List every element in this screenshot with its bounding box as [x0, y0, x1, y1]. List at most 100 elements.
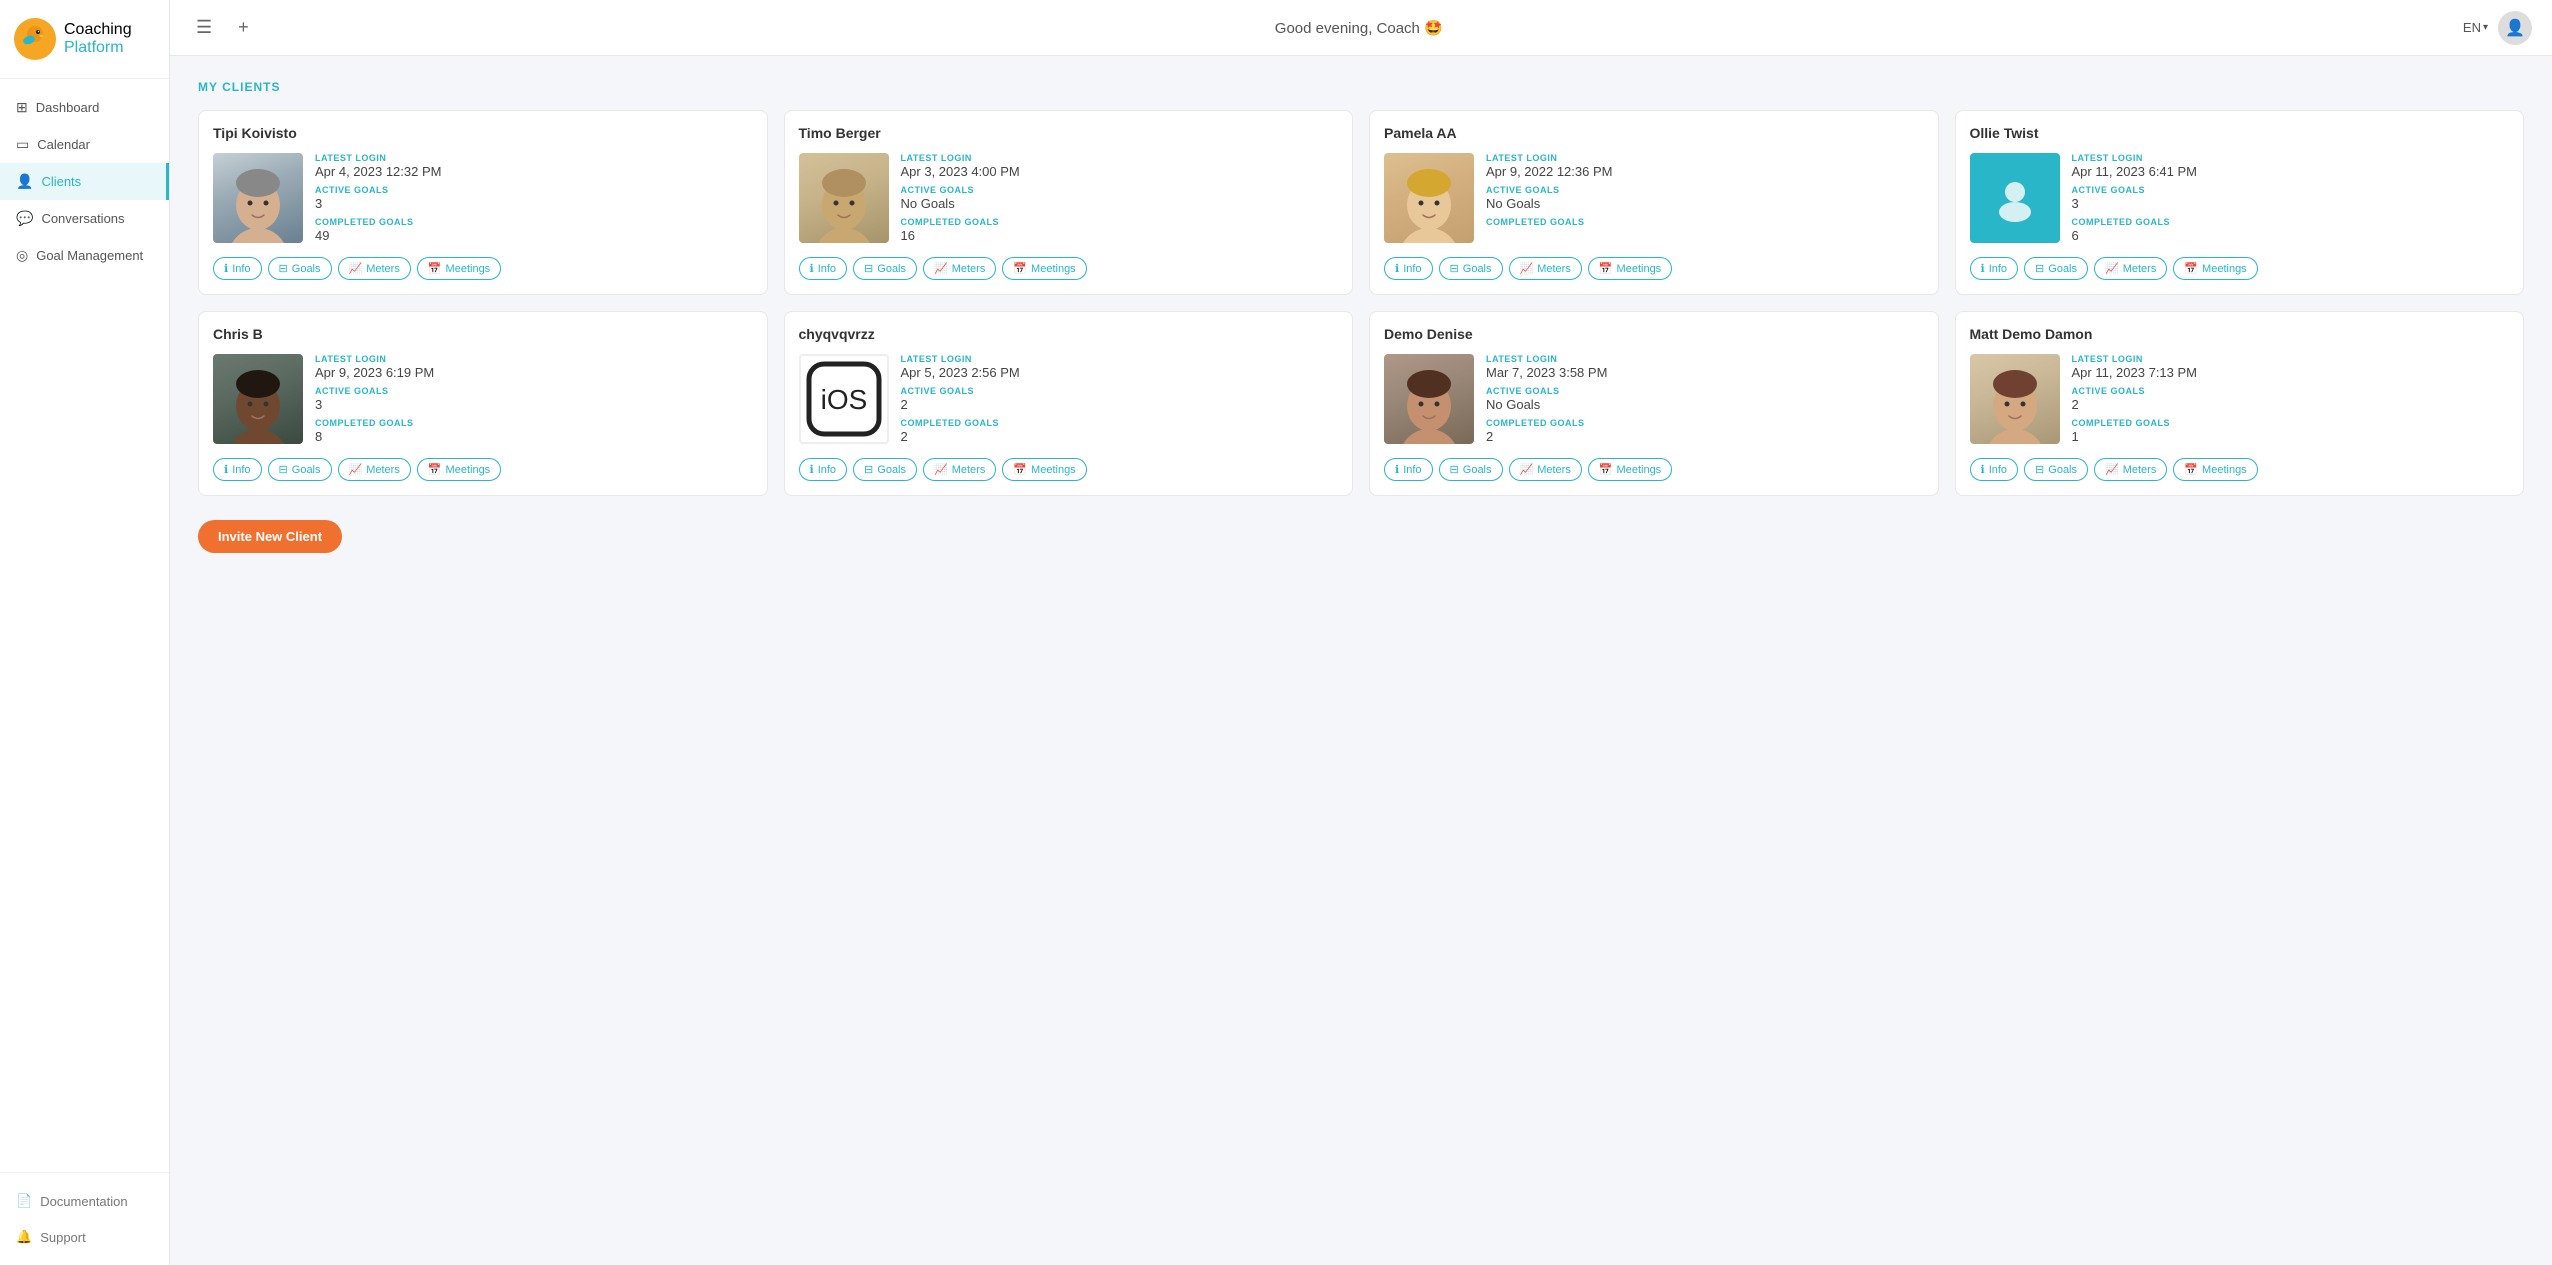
meters-icon: 📈: [349, 262, 363, 275]
client-stats: LATEST LOGIN Apr 9, 2023 6:19 PM ACTIVE …: [315, 354, 753, 444]
client-actions: ℹInfo ⊟Goals 📈Meters 📅Meetings: [1384, 458, 1924, 481]
goals-button-pamela-aa[interactable]: ⊟Goals: [1439, 257, 1503, 280]
goals-button-timo-berger[interactable]: ⊟Goals: [853, 257, 917, 280]
topbar-right: EN ▾ 👤: [2463, 11, 2532, 45]
topbar-greeting: Good evening, Coach 🤩: [255, 19, 2463, 37]
active-goals-value: 2: [901, 397, 1339, 412]
info-icon: ℹ: [1395, 262, 1399, 275]
menu-button[interactable]: ☰: [190, 13, 218, 42]
goals-icon: ⊟: [864, 463, 873, 476]
meters-button-chris-b[interactable]: 📈Meters: [338, 458, 411, 481]
support-icon: 🔔: [16, 1229, 32, 1245]
sidebar-item-goal-management[interactable]: ◎Goal Management: [0, 237, 169, 274]
info-button-chyqvqvrzz[interactable]: ℹInfo: [799, 458, 848, 481]
meters-icon: 📈: [2105, 463, 2119, 476]
meetings-button-demo-denise[interactable]: 📅Meetings: [1588, 458, 1672, 481]
info-button-matt-demo-damon[interactable]: ℹInfo: [1970, 458, 2019, 481]
goal-management-icon: ◎: [16, 247, 28, 264]
meters-icon: 📈: [934, 463, 948, 476]
info-button-tipi-koivisto[interactable]: ℹInfo: [213, 257, 262, 280]
meters-button-chyqvqvrzz[interactable]: 📈Meters: [923, 458, 996, 481]
dashboard-icon: ⊞: [16, 99, 28, 116]
meetings-button-chris-b[interactable]: 📅Meetings: [417, 458, 501, 481]
meters-button-pamela-aa[interactable]: 📈Meters: [1509, 257, 1582, 280]
client-card-chris-b: Chris B LATEST LOGIN Apr 9, 2023 6:19 PM…: [198, 311, 768, 496]
sidebar-nav: ⊞ Dashboard ▭Calendar👤Clients💬Conversation…: [0, 79, 169, 1172]
meters-button-matt-demo-damon[interactable]: 📈Meters: [2094, 458, 2167, 481]
info-button-ollie-twist[interactable]: ℹInfo: [1970, 257, 2019, 280]
active-goals-value: 3: [2072, 196, 2510, 211]
info-button-chris-b[interactable]: ℹInfo: [213, 458, 262, 481]
goals-button-demo-denise[interactable]: ⊟Goals: [1439, 458, 1503, 481]
logo-coaching: Coaching: [64, 21, 132, 39]
goals-button-matt-demo-damon[interactable]: ⊟Goals: [2024, 458, 2088, 481]
logo-container: Coaching Platform: [0, 0, 169, 79]
latest-login-label: LATEST LOGIN: [901, 354, 1339, 364]
client-actions: ℹInfo ⊟Goals 📈Meters 📅Meetings: [213, 458, 753, 481]
meetings-button-ollie-twist[interactable]: 📅Meetings: [2173, 257, 2257, 280]
client-name: Ollie Twist: [1970, 125, 2510, 141]
client-actions: ℹInfo ⊟Goals 📈Meters 📅Meetings: [1384, 257, 1924, 280]
client-card-body: iOS LATEST LOGIN Apr 5, 2023 2:56 PM ACT…: [799, 354, 1339, 444]
goals-button-ollie-twist[interactable]: ⊟Goals: [2024, 257, 2088, 280]
completed-goals-value: 2: [901, 429, 1339, 444]
completed-goals-label: COMPLETED GOALS: [901, 217, 1339, 227]
completed-goals-label: COMPLETED GOALS: [1486, 217, 1924, 227]
info-button-timo-berger[interactable]: ℹInfo: [799, 257, 848, 280]
meters-button-ollie-twist[interactable]: 📈Meters: [2094, 257, 2167, 280]
client-card-body: LATEST LOGIN Apr 11, 2023 6:41 PM ACTIVE…: [1970, 153, 2510, 243]
active-goals-label: ACTIVE GOALS: [2072, 185, 2510, 195]
active-goals-value: No Goals: [1486, 397, 1924, 412]
goals-icon: ⊟: [279, 262, 288, 275]
meetings-button-tipi-koivisto[interactable]: 📅Meetings: [417, 257, 501, 280]
goals-button-chris-b[interactable]: ⊟Goals: [268, 458, 332, 481]
meetings-icon: 📅: [1013, 262, 1027, 275]
active-goals-value: No Goals: [1486, 196, 1924, 211]
meters-button-demo-denise[interactable]: 📈Meters: [1509, 458, 1582, 481]
sidebar-item-label: Conversations: [41, 211, 124, 226]
sidebar-bottom-item-support[interactable]: 🔔Support: [0, 1219, 169, 1255]
client-photo-chris: [213, 354, 303, 444]
goals-button-tipi-koivisto[interactable]: ⊟Goals: [268, 257, 332, 280]
client-card-body: LATEST LOGIN Apr 4, 2023 12:32 PM ACTIVE…: [213, 153, 753, 243]
client-stats: LATEST LOGIN Apr 9, 2022 12:36 PM ACTIVE…: [1486, 153, 1924, 243]
user-avatar-button[interactable]: 👤: [2498, 11, 2532, 45]
sidebar-item-calendar[interactable]: ▭Calendar: [0, 126, 169, 163]
sidebar-item-dashboard[interactable]: ⊞ Dashboard: [0, 89, 169, 126]
goals-button-chyqvqvrzz[interactable]: ⊟Goals: [853, 458, 917, 481]
sidebar-item-conversations[interactable]: 💬Conversations: [0, 200, 169, 237]
info-button-pamela-aa[interactable]: ℹInfo: [1384, 257, 1433, 280]
client-actions: ℹInfo⊟Goals 📈Meters 📅Meetings: [799, 257, 1339, 280]
info-button-demo-denise[interactable]: ℹInfo: [1384, 458, 1433, 481]
sidebar-item-clients[interactable]: 👤Clients: [0, 163, 169, 200]
add-button[interactable]: +: [232, 13, 255, 42]
latest-login-value: Apr 11, 2023 7:13 PM: [2072, 365, 2510, 380]
completed-goals-value: 49: [315, 228, 753, 243]
meetings-button-timo-berger[interactable]: 📅Meetings: [1002, 257, 1086, 280]
latest-login-value: Apr 4, 2023 12:32 PM: [315, 164, 753, 179]
logo-platform: Platform: [64, 39, 132, 57]
meters-button-tipi-koivisto[interactable]: 📈Meters: [338, 257, 411, 280]
sidebar-item-label: Dashboard: [36, 100, 100, 115]
meters-button-timo-berger[interactable]: 📈Meters: [923, 257, 996, 280]
latest-login-value: Apr 9, 2022 12:36 PM: [1486, 164, 1924, 179]
active-goals-label: ACTIVE GOALS: [315, 386, 753, 396]
active-goals-value: 3: [315, 397, 753, 412]
language-button[interactable]: EN ▾: [2463, 20, 2488, 35]
client-card-body: LATEST LOGIN Apr 9, 2022 12:36 PM ACTIVE…: [1384, 153, 1924, 243]
meetings-button-chyqvqvrzz[interactable]: 📅Meetings: [1002, 458, 1086, 481]
sidebar-bottom-item-documentation[interactable]: 📄Documentation: [0, 1183, 169, 1219]
completed-goals-label: COMPLETED GOALS: [1486, 418, 1924, 428]
client-photo-timo: [799, 153, 889, 243]
client-photo-demo: [1384, 354, 1474, 444]
client-actions: ℹInfo⊟Goals 📈Meters 📅Meetings: [1970, 458, 2510, 481]
goals-icon: ⊟: [1450, 262, 1459, 275]
meetings-button-pamela-aa[interactable]: 📅Meetings: [1588, 257, 1672, 280]
meetings-icon: 📅: [1599, 463, 1613, 476]
invite-new-client-button[interactable]: Invite New Client: [198, 520, 342, 553]
info-icon: ℹ: [1981, 463, 1985, 476]
client-card-body: LATEST LOGIN Apr 11, 2023 7:13 PM ACTIVE…: [1970, 354, 2510, 444]
clients-grid: Tipi Koivisto LATEST LOGIN Apr 4, 2023 1…: [198, 110, 2524, 496]
client-photo-matt: [1970, 354, 2060, 444]
meetings-button-matt-demo-damon[interactable]: 📅Meetings: [2173, 458, 2257, 481]
